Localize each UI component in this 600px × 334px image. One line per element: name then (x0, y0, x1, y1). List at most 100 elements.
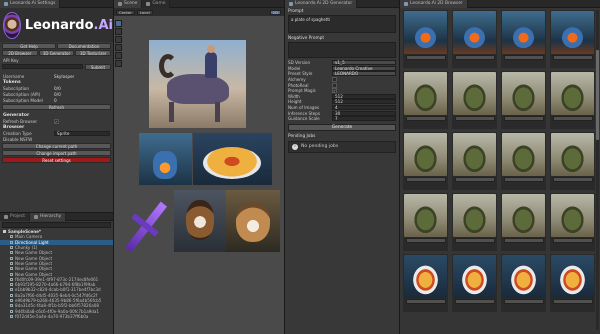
import-button[interactable] (503, 238, 544, 243)
browser-scrollbar[interactable] (596, 10, 599, 330)
rotate-tool-icon[interactable] (115, 36, 122, 43)
api-key-field[interactable] (2, 64, 83, 69)
import-button[interactable] (552, 177, 593, 182)
2d-browser-button[interactable]: 2D Browser (2, 50, 38, 56)
param-checkbox[interactable] (332, 82, 337, 88)
tank-thumbnail[interactable] (551, 72, 594, 115)
dog-sprite[interactable] (174, 190, 226, 252)
browser-item[interactable] (403, 132, 448, 190)
param-value[interactable]: LEONARDO (332, 71, 396, 77)
change-current-path-button[interactable]: Change current path (2, 143, 111, 149)
tab-2d-browser[interactable]: Leonardo.Ai 2D Browser (400, 0, 468, 8)
cat-sprite[interactable] (226, 190, 280, 252)
potion-sprite[interactable] (139, 133, 192, 185)
goat-rider-sprite[interactable] (149, 40, 246, 128)
3d-generator-button[interactable]: 3D Generator (38, 50, 75, 56)
tank-thumbnail[interactable] (453, 194, 496, 237)
import-button[interactable] (405, 299, 446, 304)
tank-thumbnail[interactable] (453, 72, 496, 115)
tank-thumbnail[interactable] (404, 72, 447, 115)
browser-item[interactable] (550, 71, 595, 129)
browser-item[interactable] (501, 254, 546, 312)
tab-2d-generator[interactable]: Leonardo.Ai 2D Generator (285, 0, 358, 8)
browser-item[interactable] (403, 71, 448, 129)
browser-item[interactable] (501, 132, 546, 190)
submit-button[interactable]: Submit (85, 64, 111, 70)
browser-item[interactable] (403, 254, 448, 312)
param-value[interactable]: 4 (332, 105, 396, 111)
browser-item[interactable] (452, 254, 497, 312)
3d-texturizer-button[interactable]: 3D Texturizer (75, 50, 112, 56)
spaghetti-thumbnail[interactable] (551, 255, 594, 298)
pivot-center-toggle[interactable]: Center (116, 9, 135, 15)
import-button[interactable] (405, 177, 446, 182)
scroll-thumb[interactable] (596, 50, 599, 140)
param-value[interactable]: v1_5 (332, 60, 396, 66)
pivot-local-toggle[interactable]: Local (136, 9, 153, 15)
negative-prompt-textarea[interactable] (288, 42, 396, 58)
import-button[interactable] (454, 177, 495, 182)
param-value[interactable]: 512 (332, 99, 396, 105)
import-button[interactable] (405, 116, 446, 121)
browser-item[interactable] (501, 193, 546, 251)
param-checkbox[interactable] (332, 77, 337, 83)
import-button[interactable] (503, 116, 544, 121)
browser-item[interactable] (452, 132, 497, 190)
param-value[interactable]: Leonardo Creative (332, 65, 396, 71)
browser-item[interactable] (452, 71, 497, 129)
import-button[interactable] (552, 238, 593, 243)
param-value[interactable]: 512 (332, 93, 396, 99)
tab-settings[interactable]: Leonardo.Ai Settings (0, 0, 61, 8)
browser-item[interactable] (403, 10, 448, 68)
browser-item[interactable] (550, 132, 595, 190)
import-button[interactable] (454, 299, 495, 304)
spaghetti-thumbnail[interactable] (453, 255, 496, 298)
refresh-button[interactable]: Refresh (2, 104, 111, 110)
potion-thumbnail[interactable] (453, 11, 496, 54)
generate-button[interactable]: Generate (288, 123, 396, 131)
tab-hierarchy[interactable]: Hierarchy (30, 213, 67, 221)
tank-thumbnail[interactable] (404, 194, 447, 237)
hierarchy-search-input[interactable] (2, 222, 111, 228)
tank-thumbnail[interactable] (453, 133, 496, 176)
tab-project[interactable]: Project (0, 213, 31, 221)
hand-tool-icon[interactable] (115, 20, 122, 27)
tank-thumbnail[interactable] (404, 133, 447, 176)
prompt-textarea[interactable]: a plate of spaghetti (288, 15, 396, 33)
import-button[interactable] (552, 55, 593, 60)
browser-item[interactable] (501, 10, 546, 68)
tank-thumbnail[interactable] (502, 133, 545, 176)
param-value[interactable]: 30 (332, 110, 396, 116)
import-button[interactable] (552, 299, 593, 304)
purple-sword-sprite[interactable] (118, 196, 172, 254)
browser-item[interactable] (452, 193, 497, 251)
hierarchy-item[interactable]: f072d45e-5a4e-4a70-973b37ff6b0a (0, 314, 113, 319)
documentation-button[interactable]: Documentation (57, 43, 111, 49)
import-button[interactable] (503, 177, 544, 182)
tank-thumbnail[interactable] (551, 194, 594, 237)
potion-thumbnail[interactable] (404, 11, 447, 54)
browser-item[interactable] (452, 10, 497, 68)
reset-settings-button[interactable]: Reset settings (2, 157, 111, 163)
2d-mode-toggle[interactable]: 2D (269, 9, 281, 15)
import-button[interactable] (405, 55, 446, 60)
change-import-path-button[interactable]: Change import path (2, 150, 111, 156)
refresh-browser-checkbox[interactable]: ✓ (54, 118, 59, 124)
browser-item[interactable] (403, 193, 448, 251)
import-button[interactable] (503, 55, 544, 60)
import-button[interactable] (503, 299, 544, 304)
tab-scene[interactable]: Scene (114, 0, 143, 8)
import-button[interactable] (454, 55, 495, 60)
potion-thumbnail[interactable] (551, 11, 594, 54)
tab-game[interactable]: Game (142, 0, 171, 8)
rect-tool-icon[interactable] (115, 52, 122, 59)
import-button[interactable] (405, 238, 446, 243)
potion-thumbnail[interactable] (502, 11, 545, 54)
get-help-button[interactable]: Get Help (2, 43, 56, 49)
spaghetti-thumbnail[interactable] (502, 255, 545, 298)
tank-thumbnail[interactable] (551, 133, 594, 176)
spaghetti-thumbnail[interactable] (404, 255, 447, 298)
transform-tool-icon[interactable] (115, 60, 122, 67)
tank-thumbnail[interactable] (502, 194, 545, 237)
import-button[interactable] (454, 116, 495, 121)
